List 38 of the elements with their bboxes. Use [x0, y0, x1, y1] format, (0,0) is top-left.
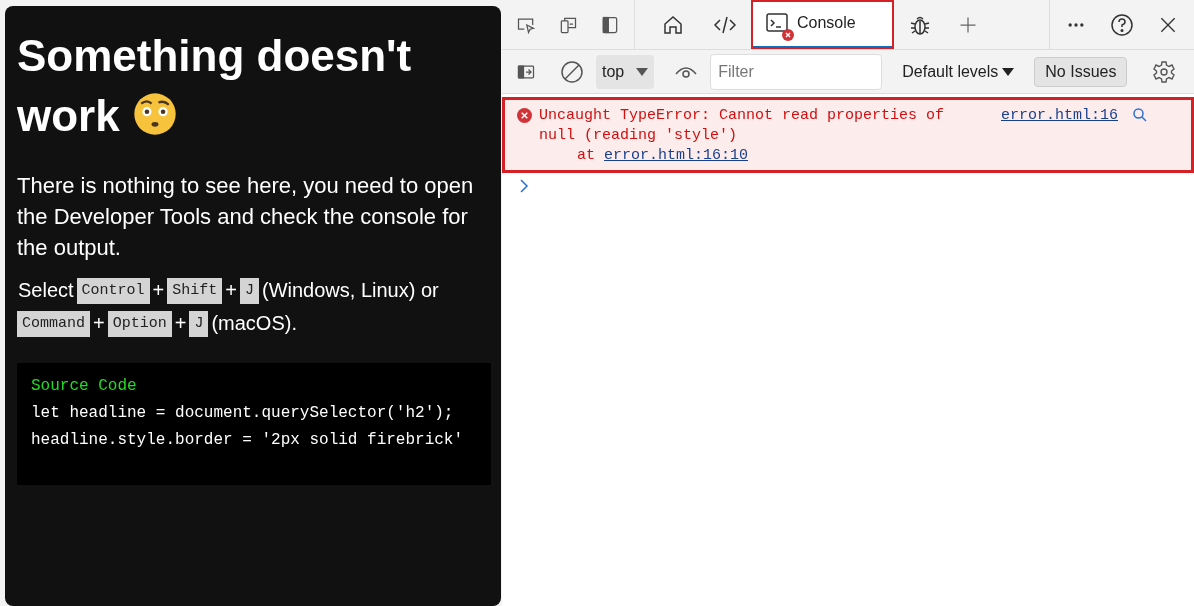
source-link[interactable]: error.html:16	[1001, 106, 1119, 126]
error-icon	[517, 108, 532, 123]
levels-dropdown[interactable]: Default levels	[902, 59, 1015, 84]
settings-icon[interactable]	[1152, 59, 1176, 84]
keyboard-key: Option	[107, 310, 172, 337]
issues-button[interactable]: No Issues	[1034, 56, 1128, 87]
caret-icon	[1002, 67, 1015, 76]
keyboard-key: Shift	[167, 277, 223, 304]
prompt-icon[interactable]	[518, 178, 530, 194]
devtools-tab[interactable]: Console	[751, 0, 894, 49]
code-line: headline.style.border = '2px solid firebrick'	[31, 430, 464, 451]
instruction-text: +	[93, 311, 105, 336]
instruction-text: +	[152, 278, 165, 303]
code-line: let headline = document.querySelector('h2');	[31, 403, 454, 424]
clear-icon[interactable]	[560, 59, 584, 84]
keyboard-key: Control	[76, 277, 150, 304]
instruction-text: +	[174, 311, 187, 336]
instruction-text: (macOS).	[211, 311, 297, 336]
console-icon	[765, 11, 789, 35]
code-title: Source Code	[31, 376, 137, 397]
context-select[interactable]: top	[596, 54, 655, 89]
stack-link[interactable]: error.html:16:10	[604, 146, 749, 166]
keyboard-key: J	[240, 277, 259, 304]
keyboard-key: Command	[17, 310, 90, 337]
keyboard-key: J	[189, 310, 209, 337]
filter-field[interactable]: Filter	[710, 53, 883, 90]
stack-prefix: at	[577, 146, 595, 166]
instruction-text: Select	[18, 278, 74, 303]
instruction-text: +	[225, 278, 237, 303]
face-emoji-icon	[131, 91, 178, 137]
instruction-text: (Windows, Linux) or	[262, 278, 439, 303]
intro-text: There is nothing to see here, you need to open the Developer Tools and check the console for the output.	[17, 172, 475, 262]
search-icon[interactable]	[1132, 107, 1149, 123]
sidebar-icon[interactable]	[600, 14, 620, 35]
error-message: Uncaught TypeError: Cannot read properties of null (reading 'style')	[539, 106, 946, 146]
caret-icon	[636, 67, 649, 76]
page-heading: Something doesn't work	[17, 30, 413, 142]
help-icon[interactable]	[1110, 12, 1134, 37]
